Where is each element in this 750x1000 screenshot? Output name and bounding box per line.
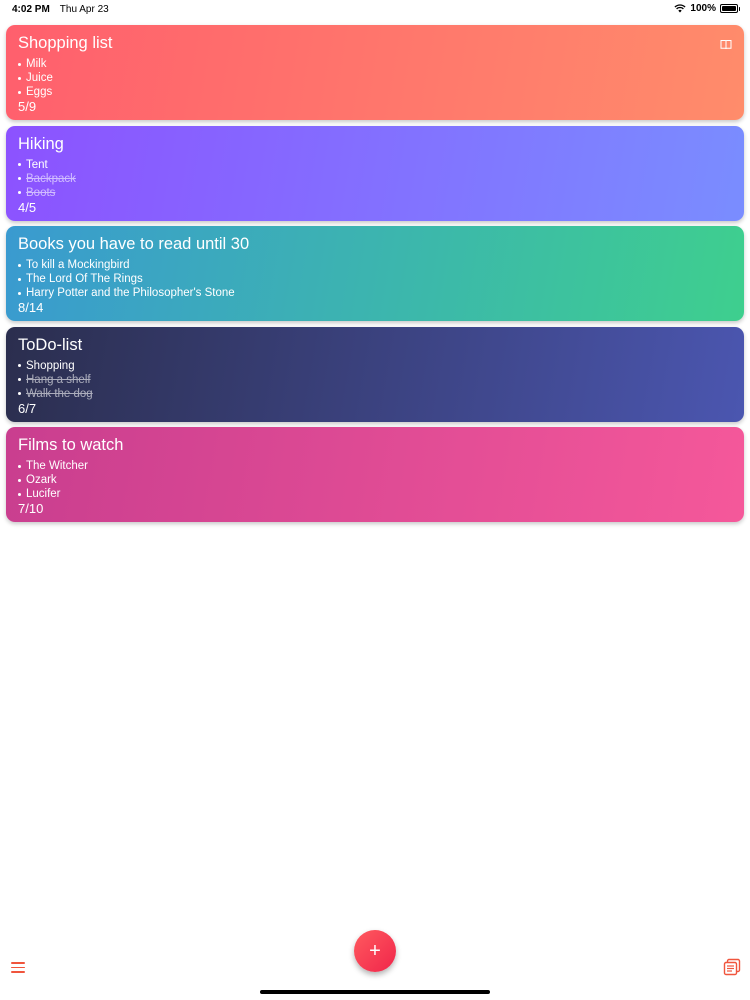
card-count: 5/9 (18, 99, 37, 114)
card-title: ToDo-list (18, 335, 83, 354)
home-indicator (260, 990, 490, 994)
list-item: Milk (18, 57, 732, 71)
card-title: Hiking (18, 134, 64, 153)
list-item-text: Lucifer (26, 488, 61, 500)
menu-icon[interactable] (11, 962, 25, 973)
status-left: 4:02 PM Thu Apr 23 (12, 4, 109, 15)
card-count: 7/10 (18, 501, 44, 516)
list-item-text: To kill a Mockingbird (26, 259, 130, 271)
list-item-text: Juice (26, 72, 53, 84)
bullet-icon (18, 392, 21, 395)
card-count: 6/7 (18, 400, 37, 416)
list-item-text: Backpack (26, 172, 76, 185)
card-items: To kill a Mockingbird The Lord Of The Rin… (18, 258, 732, 300)
card-items: The Witcher Ozark Lucifer (18, 459, 732, 501)
status-date: Thu Apr 23 (59, 4, 109, 15)
card-title: Films to watch (18, 436, 124, 454)
bullet-icon (18, 191, 21, 194)
bullet-icon (18, 277, 21, 281)
list-item-text: Milk (26, 58, 47, 70)
battery-percent: 100% (690, 3, 716, 14)
list-cards: Shopping list Milk Juice Eggs 5/9 Hiking Tent B… (6, 25, 744, 528)
list-card[interactable]: Shopping list Milk Juice Eggs 5/9 (6, 25, 744, 120)
list-item-text: Boots (26, 186, 56, 199)
list-item: Harry Potter and the Philosopher's Stone (18, 286, 732, 300)
list-card[interactable]: Films to watch The Witcher Ozark Lucifer 7/1… (6, 427, 744, 522)
list-item: The Witcher (18, 459, 732, 473)
list-item-text: Eggs (26, 86, 53, 98)
bullet-icon (18, 163, 21, 166)
list-item: Juice (18, 71, 732, 85)
bullet-icon (18, 492, 21, 496)
wifi-icon (674, 4, 686, 13)
bullet-icon (18, 378, 21, 381)
list-item-text: Shopping (26, 359, 75, 372)
card-title: Shopping list (18, 34, 113, 52)
book-icon[interactable] (720, 39, 732, 50)
grid-icon[interactable] (723, 958, 741, 976)
list-item: Shopping (18, 359, 732, 373)
list-card[interactable]: Hiking Tent Backpack Boots 4/5 (6, 125, 744, 221)
list-item: Backpack (18, 172, 732, 186)
bullet-icon (18, 62, 21, 66)
status-time: 4:02 PM (12, 4, 50, 15)
list-card[interactable]: ToDo-list Shopping Hang a shelf Walk the do… (6, 326, 744, 422)
card-count: 8/14 (18, 300, 44, 315)
bullet-icon (18, 464, 21, 468)
card-count: 4/5 (18, 199, 37, 215)
list-item-text: The Lord Of The Rings (26, 273, 143, 285)
bullet-icon (18, 76, 21, 80)
battery-icon (720, 4, 740, 13)
list-item: To kill a Mockingbird (18, 258, 732, 272)
list-item: Walk the dog (18, 387, 732, 401)
card-items: Tent Backpack Boots (18, 158, 732, 200)
card-items: Milk Juice Eggs (18, 57, 732, 99)
list-item: Ozark (18, 473, 732, 487)
list-item-text: Hang a shelf (26, 373, 91, 386)
list-item: Tent (18, 158, 732, 172)
bullet-icon (18, 263, 21, 267)
bullet-icon (18, 364, 21, 367)
bullet-icon (18, 478, 21, 482)
list-item-text: Tent (26, 158, 48, 171)
add-list-button[interactable]: + (354, 930, 396, 972)
list-item-text: Ozark (26, 474, 57, 486)
card-items: Shopping Hang a shelf Walk the dog (18, 359, 732, 401)
bullet-icon (18, 90, 21, 94)
list-item: Boots (18, 186, 732, 200)
list-item-text: The Witcher (26, 460, 88, 472)
status-right: 100% (674, 3, 740, 14)
list-item: The Lord Of The Rings (18, 272, 732, 286)
list-item-text: Harry Potter and the Philosopher's Stone (26, 287, 235, 299)
list-card[interactable]: Books you have to read until 30 To kill a… (6, 226, 744, 321)
list-item: Lucifer (18, 487, 732, 501)
status-bar: 4:02 PM Thu Apr 23 100% (0, 0, 750, 20)
list-item-text: Walk the dog (26, 387, 93, 400)
bullet-icon (18, 177, 21, 180)
card-title: Books you have to read until 30 (18, 235, 250, 253)
bullet-icon (18, 291, 21, 295)
list-item: Hang a shelf (18, 373, 732, 387)
list-item: Eggs (18, 85, 732, 99)
